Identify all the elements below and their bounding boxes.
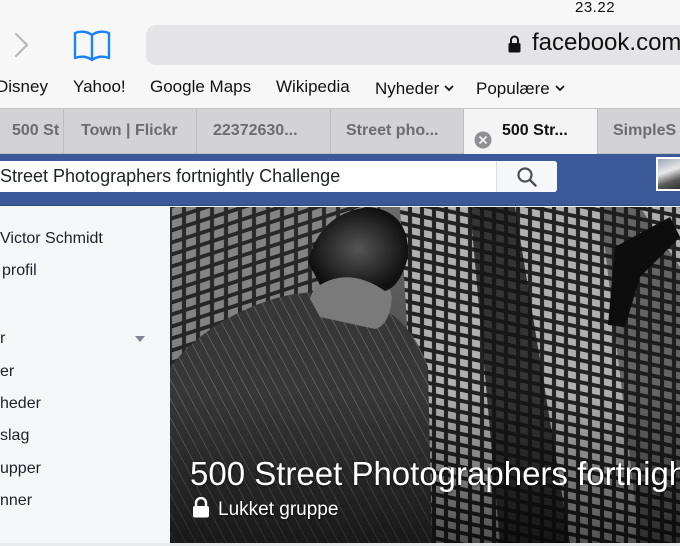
- favorite-label: Nyheder: [375, 79, 440, 98]
- search-icon: [517, 167, 537, 187]
- search-button[interactable]: [496, 161, 557, 192]
- url-text[interactable]: facebook.com: [532, 29, 680, 57]
- favorite-folder-nyheder[interactable]: Nyheder: [375, 76, 454, 100]
- nav-profile-name[interactable]: Victor Schmidt: [0, 230, 103, 248]
- search-box: [0, 161, 557, 192]
- favorite-google-maps[interactable]: Google Maps: [150, 76, 251, 98]
- avatar[interactable]: [656, 157, 680, 191]
- tab-street-photo[interactable]: Street pho...: [331, 109, 464, 154]
- tab-500-street[interactable]: 500 St: [0, 109, 64, 154]
- nav-groups[interactable]: upper: [0, 460, 41, 478]
- favorite-label: Yahoo!: [73, 77, 126, 96]
- book-icon[interactable]: [72, 27, 112, 63]
- tab-simple[interactable]: SimpleS: [598, 109, 680, 154]
- tab-label: Street pho...: [346, 122, 439, 139]
- favorite-yahoo[interactable]: Yahoo!: [73, 76, 126, 98]
- lock-icon: [508, 35, 521, 53]
- screen: 23.22 facebook.com Disney Yahoo! Google …: [0, 0, 680, 546]
- nav-news[interactable]: heder: [0, 395, 41, 413]
- group-privacy-label: Lukket gruppe: [218, 499, 339, 520]
- tab-label: 500 St: [12, 122, 60, 139]
- tab-label: 22372630...: [213, 122, 298, 139]
- tab-500-str-active[interactable]: 500 Str...: [464, 109, 598, 154]
- favorite-label: Wikipedia: [276, 77, 350, 96]
- favorite-disney[interactable]: Disney: [0, 76, 48, 98]
- caret-down-icon[interactable]: [135, 336, 145, 342]
- favorite-label: Disney: [0, 77, 48, 96]
- group-title: 500 Street Photographers fortnightly: [190, 455, 680, 492]
- browser-chrome: 23.22 facebook.com Disney Yahoo! Google …: [0, 0, 680, 108]
- favorite-label: Google Maps: [150, 77, 252, 96]
- nav-edit-profile[interactable]: profil: [2, 262, 37, 280]
- nav-offers[interactable]: slag: [0, 427, 29, 445]
- nav-news-feed[interactable]: r: [0, 330, 5, 348]
- facebook-header: [0, 154, 680, 206]
- chevron-down-icon: [444, 76, 454, 98]
- tab-22372630[interactable]: 22372630...: [197, 109, 331, 154]
- favorite-folder-populaere[interactable]: Populære: [476, 76, 565, 100]
- chevron-right-icon[interactable]: [10, 30, 34, 60]
- chevron-down-icon: [555, 76, 565, 98]
- favorite-label: Populære: [476, 79, 550, 98]
- tab-bar: 500 St Town | Flickr 22372630... Street …: [0, 108, 680, 154]
- nav-messenger[interactable]: er: [0, 363, 14, 381]
- tab-label: Town | Flickr: [81, 122, 178, 139]
- group-cover-photo[interactable]: 500 Street Photographers fortnightly Luk…: [170, 207, 680, 543]
- lock-icon: [192, 497, 210, 518]
- favorites-bar: Disney Yahoo! Google Maps Wikipedia Nyhe…: [0, 76, 680, 100]
- tab-label: 500 Str...: [502, 122, 568, 139]
- favorite-wikipedia[interactable]: Wikipedia: [276, 76, 350, 98]
- left-nav: Victor Schmidt profil r er heder slag up…: [0, 207, 170, 546]
- status-time: 23.22: [575, 0, 616, 16]
- search-input[interactable]: [0, 161, 495, 192]
- tab-label: SimpleS: [613, 122, 677, 139]
- tab-town-flickr[interactable]: Town | Flickr: [64, 109, 197, 154]
- close-tab-icon[interactable]: [474, 123, 492, 149]
- nav-pages[interactable]: nner: [0, 492, 32, 510]
